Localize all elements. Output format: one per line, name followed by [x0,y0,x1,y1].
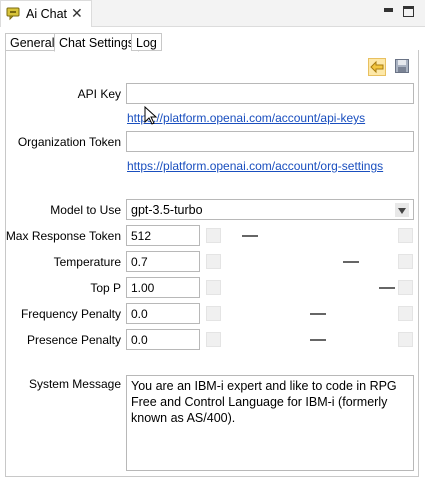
temperature-decrement-button[interactable] [206,254,221,269]
max-token-slider-thumb[interactable] [242,235,258,237]
organization-token-field[interactable] [126,131,414,152]
top-p-increment-button[interactable] [398,280,413,295]
frequency-penalty-increment-button[interactable] [398,306,413,321]
save-icon [395,59,409,73]
tab-general[interactable]: General [5,33,60,51]
api-keys-link[interactable]: https://platform.openai.com/account/api-… [127,111,365,125]
mouse-cursor-icon [144,106,158,125]
restore-defaults-icon [370,60,384,74]
top-p-decrement-button[interactable] [206,280,221,295]
temperature-slider-thumb[interactable] [343,261,359,263]
max-response-token-label: Max Response Token [5,229,121,243]
frequency-penalty-field[interactable]: 0.0 [126,303,200,324]
maximize-icon[interactable] [403,6,414,17]
model-label: Model to Use [50,203,121,217]
presence-penalty-slider-thumb[interactable] [310,339,326,341]
frequency-penalty-slider-thumb[interactable] [310,313,326,315]
minimize-icon[interactable] [384,8,393,12]
model-select-value: gpt-3.5-turbo [131,203,203,217]
api-key-field[interactable] [126,83,414,104]
presence-penalty-field[interactable]: 0.0 [126,329,200,350]
api-key-label: API Key [77,87,121,101]
presence-penalty-decrement-button[interactable] [206,332,221,347]
frequency-penalty-decrement-button[interactable] [206,306,221,321]
presence-penalty-label: Presence Penalty [26,333,121,347]
frequency-penalty-label: Frequency Penalty [20,307,121,321]
view-tab-title: Ai Chat [26,7,67,21]
temperature-label: Temperature [53,255,121,269]
top-p-field[interactable]: 1.00 [126,277,200,298]
tab-log[interactable]: Log [131,33,162,51]
close-icon[interactable]: ✕ [71,5,83,22]
top-p-label: Top P [90,281,121,295]
top-p-slider-thumb[interactable] [379,287,395,289]
chat-bubble-icon [6,7,20,21]
system-message-textarea[interactable]: You are an IBM-i expert and like to code… [126,375,414,471]
organization-token-label: Organization Token [17,135,121,149]
max-response-token-field[interactable]: 512 [126,225,200,246]
view-tab-ai-chat[interactable]: Ai Chat ✕ [0,0,92,27]
max-token-increment-button[interactable] [398,228,413,243]
temperature-field[interactable]: 0.7 [126,251,200,272]
max-token-decrement-button[interactable] [206,228,221,243]
chevron-down-icon[interactable] [395,203,409,217]
save-button[interactable] [394,58,412,76]
model-select[interactable]: gpt-3.5-turbo [126,199,414,220]
system-message-label: System Message [28,377,121,391]
temperature-increment-button[interactable] [398,254,413,269]
restore-defaults-button[interactable] [368,58,386,76]
presence-penalty-increment-button[interactable] [398,332,413,347]
org-settings-link[interactable]: https://platform.openai.com/account/org-… [127,159,383,173]
